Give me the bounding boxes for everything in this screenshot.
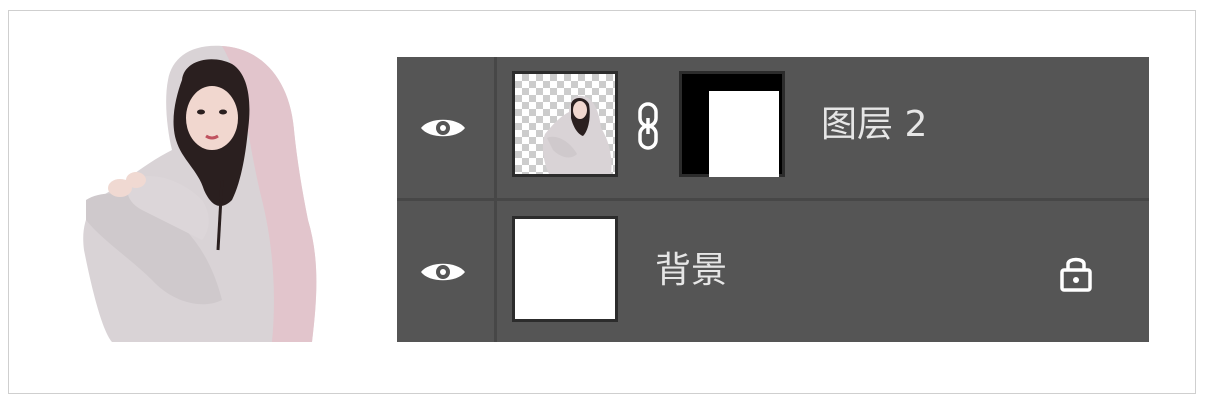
layer-mask-thumbnail[interactable] <box>679 71 785 177</box>
background-thumbnail[interactable] <box>512 216 618 322</box>
eye-icon[interactable] <box>419 113 467 143</box>
lock-icon[interactable] <box>1059 253 1093 293</box>
layer-thumbnail[interactable] <box>512 71 618 177</box>
layer-name[interactable]: 背景 <box>655 249 727 293</box>
composite-preview-image <box>83 45 317 342</box>
layer-name[interactable]: 图层 2 <box>821 103 927 147</box>
chain-link-icon[interactable] <box>637 100 659 152</box>
layer-row-layer-2[interactable]: 图层 2 <box>397 57 1149 198</box>
layer-row-background[interactable]: 背景 <box>397 201 1149 342</box>
mask-white-area <box>709 91 779 177</box>
eye-icon[interactable] <box>419 257 467 287</box>
layer-thumbnail-image <box>542 95 612 174</box>
layers-panel: 图层 2 背景 <box>397 57 1149 342</box>
